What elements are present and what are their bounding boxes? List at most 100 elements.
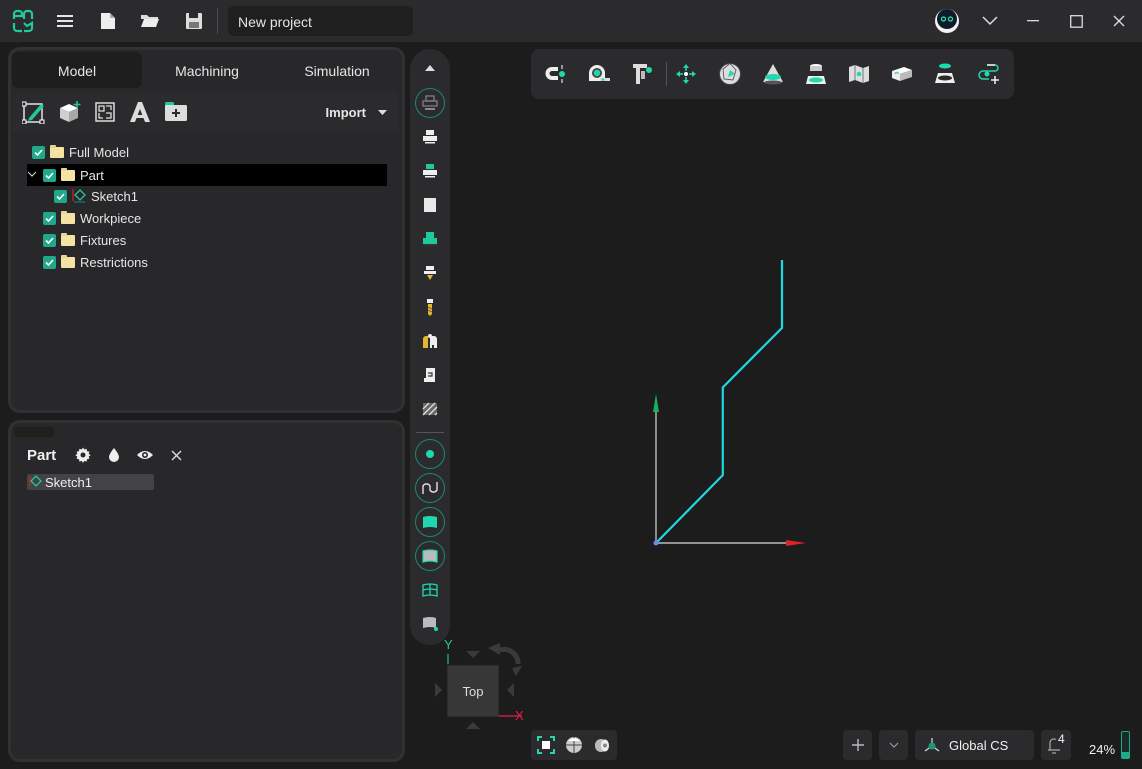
holder-accent-icon[interactable] [415, 156, 445, 186]
snap-magnet-icon[interactable] [543, 61, 569, 87]
section-view-icon[interactable] [592, 735, 612, 755]
coordinate-system-label: Global CS [949, 737, 1009, 753]
import-button[interactable]: Import [326, 105, 387, 120]
save-icon[interactable] [181, 8, 207, 34]
tab-machining[interactable]: Machining [142, 52, 272, 88]
settings-icon[interactable] [74, 446, 92, 464]
tree-item-label: Part [80, 167, 104, 183]
properties-item-sketch1[interactable]: Sketch1 [27, 474, 154, 490]
coordinate-system-selector[interactable]: Global CS [915, 730, 1034, 760]
folder-icon [61, 210, 75, 224]
open-folder-icon[interactable] [137, 8, 163, 34]
rotate-up-arrow[interactable] [466, 651, 480, 658]
properties-panel [8, 420, 405, 762]
plane-offset-icon[interactable] [932, 61, 958, 87]
tree-item-label: Full Model [69, 144, 129, 160]
end-mill-icon[interactable] [415, 292, 445, 322]
new-folder-icon[interactable] [164, 100, 188, 124]
cone-icon[interactable] [760, 61, 786, 87]
toolbar-separator [217, 8, 218, 34]
block-icon[interactable] [415, 190, 445, 220]
zoom-percent: 24% [1089, 742, 1116, 757]
close-icon[interactable] [1104, 6, 1134, 36]
holder-teal-icon[interactable] [415, 224, 445, 254]
viewcube-x-label: X [515, 708, 524, 723]
hatch-icon[interactable] [415, 394, 445, 424]
map-surface-icon[interactable] [846, 61, 872, 87]
surface-gray-icon[interactable] [415, 541, 445, 571]
move-arrows-icon[interactable] [673, 61, 699, 87]
tool-holder-icon[interactable] [415, 360, 445, 390]
machine-holder-icon[interactable] [415, 88, 445, 118]
3d-viewport[interactable] [455, 42, 1142, 769]
sketch-icon[interactable] [21, 100, 46, 125]
pattern-icon[interactable] [93, 100, 117, 124]
mesh-icon[interactable] [415, 575, 445, 605]
tree-item-workpiece[interactable]: Workpiece [43, 207, 383, 229]
box-icon[interactable] [889, 61, 915, 87]
checkbox[interactable] [43, 211, 56, 225]
minimize-icon[interactable] [1018, 6, 1048, 36]
fixture-clamp-icon[interactable] [415, 326, 445, 356]
rotate-right-arrow[interactable] [507, 683, 514, 697]
chevron-down-icon[interactable] [975, 6, 1005, 36]
menu-icon[interactable] [52, 8, 78, 34]
coordinate-system-icon [924, 738, 940, 752]
sketch-icon [29, 474, 43, 491]
tree-item-fixtures[interactable]: Fixtures [43, 229, 383, 251]
new-file-icon[interactable] [95, 8, 121, 34]
folder-icon [61, 232, 75, 246]
rotate-clockwise-arrow[interactable] [499, 646, 521, 665]
notifications-button[interactable]: 4 [1041, 730, 1071, 760]
tab-model[interactable]: Model [12, 52, 142, 88]
color-icon[interactable] [105, 446, 123, 464]
tree-item-full-model[interactable]: Full Model [32, 141, 387, 163]
view-tools [531, 730, 617, 760]
polyhedron-icon[interactable] [717, 61, 743, 87]
account-avatar[interactable] [932, 6, 962, 36]
visibility-icon[interactable] [136, 446, 154, 464]
x-axis-arrow [786, 540, 806, 546]
viewcube-face-top[interactable]: Top [447, 665, 499, 717]
tree-item-sketch1[interactable]: Sketch1 [54, 185, 384, 207]
sketch-polyline[interactable] [655, 260, 784, 544]
scroll-up-icon[interactable] [415, 53, 445, 83]
fit-view-icon[interactable] [536, 735, 556, 755]
surface-teal-icon[interactable] [415, 507, 445, 537]
model-toolbar: Import [13, 92, 399, 132]
curve-icon[interactable] [415, 473, 445, 503]
maximize-icon[interactable] [1061, 6, 1091, 36]
dropdown-button[interactable] [879, 730, 908, 760]
app-logo-icon[interactable] [10, 8, 36, 34]
add-solid-icon[interactable] [58, 100, 82, 124]
holder-icon[interactable] [415, 122, 445, 152]
tab-simulation[interactable]: Simulation [272, 52, 402, 88]
surface-add-icon[interactable] [415, 609, 445, 639]
rotate-down-arrow[interactable] [466, 722, 480, 729]
checkbox[interactable] [32, 145, 45, 159]
shaded-view-icon[interactable] [564, 735, 584, 755]
checkbox[interactable] [54, 189, 67, 203]
close-icon[interactable] [167, 446, 185, 464]
point-icon[interactable] [415, 439, 445, 469]
panel-handle[interactable] [14, 427, 54, 437]
checkbox[interactable] [43, 168, 56, 182]
text-icon[interactable] [128, 100, 152, 124]
checkbox[interactable] [43, 255, 56, 269]
drill-tool-icon[interactable] [415, 258, 445, 288]
title-bar: New project [0, 0, 1142, 42]
tree-item-part[interactable]: Part [27, 164, 387, 186]
rotate-left-arrow[interactable] [435, 683, 442, 697]
top-toolbar [531, 49, 1014, 99]
project-name-field[interactable]: New project [228, 6, 413, 36]
origin-point[interactable] [653, 540, 659, 546]
cylinder-icon[interactable] [803, 61, 829, 87]
add-button[interactable] [843, 730, 872, 760]
path-add-icon[interactable] [975, 61, 1001, 87]
measure-tape-icon[interactable] [586, 61, 612, 87]
caliper-icon[interactable] [629, 61, 655, 87]
tree-item-restrictions[interactable]: Restrictions [43, 251, 383, 273]
chevron-down-icon[interactable] [27, 170, 39, 181]
properties-title: Part [27, 446, 57, 464]
checkbox[interactable] [43, 233, 56, 247]
